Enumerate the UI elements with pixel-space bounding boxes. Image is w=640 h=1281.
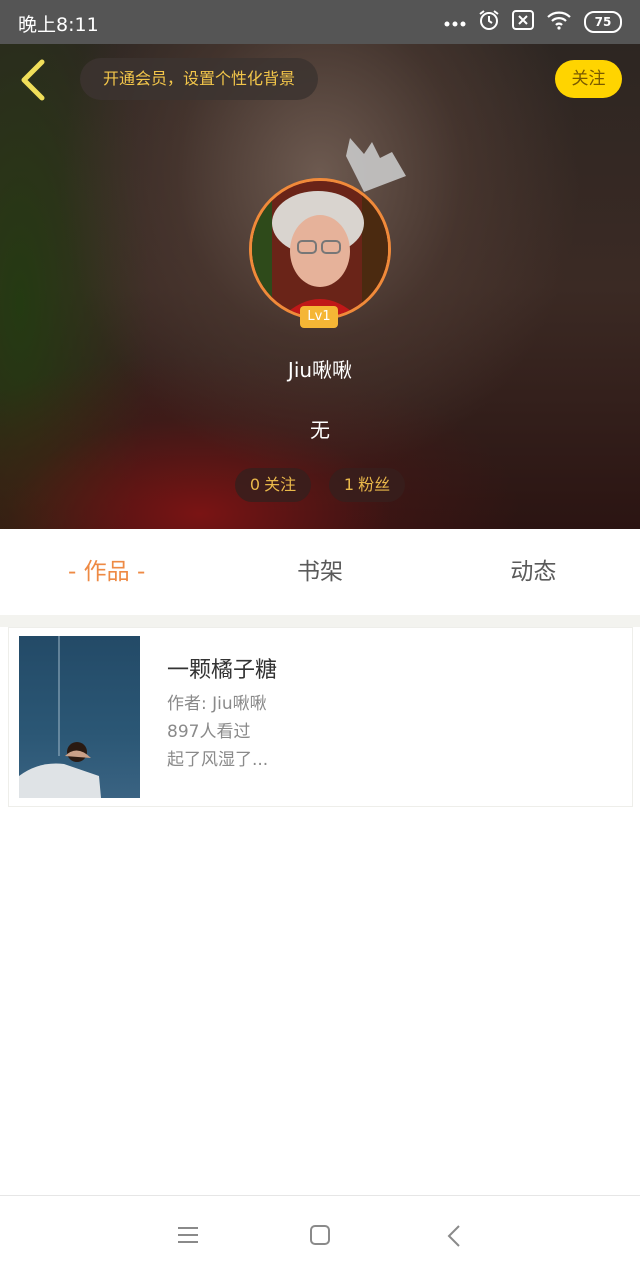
- work-list-item[interactable]: 一颗橘子糖 作者: Jiu啾啾 897人看过 起了风湿了...: [8, 627, 633, 807]
- tab-bookshelf[interactable]: 书架: [213, 529, 426, 615]
- wifi-icon: [546, 10, 572, 34]
- back-button[interactable]: [14, 58, 54, 102]
- back-chevron-icon[interactable]: [446, 1224, 462, 1248]
- battery-icon: 75: [584, 11, 622, 33]
- sim-off-icon: [512, 10, 534, 34]
- avatar[interactable]: [249, 178, 391, 320]
- following-label: 关注: [264, 475, 297, 494]
- profile-header: 开通会员，设置个性化背景 关注 Lv1 Jiu啾啾 无 0 关注 1 粉丝: [0, 44, 640, 529]
- tab-works[interactable]: - 作品 -: [0, 529, 213, 615]
- book-description: 起了风湿了...: [167, 750, 269, 770]
- home-square-icon[interactable]: [309, 1224, 331, 1246]
- follow-button[interactable]: 关注: [555, 60, 622, 98]
- vip-banner[interactable]: 开通会员，设置个性化背景: [80, 58, 318, 100]
- status-bar: 晚上8:11 75: [0, 0, 640, 44]
- book-title[interactable]: 一颗橘子糖: [167, 652, 277, 684]
- status-icons: 75: [444, 9, 622, 35]
- book-cover-image: [19, 636, 140, 798]
- section-divider: [0, 615, 640, 627]
- fans-label: 粉丝: [358, 475, 391, 494]
- book-author: 作者: Jiu啾啾: [167, 694, 267, 714]
- book-views: 897人看过: [167, 722, 251, 742]
- status-time: 晚上8:11: [18, 14, 99, 36]
- avatar-image: [252, 181, 388, 317]
- bio: 无: [310, 418, 330, 442]
- more-dots-icon: [444, 13, 466, 32]
- level-badge: Lv1: [300, 306, 338, 328]
- back-arrow-icon: [21, 59, 45, 101]
- profile-tabs: - 作品 - 书架 动态: [0, 529, 640, 615]
- alarm-icon: [478, 9, 500, 35]
- following-count-button[interactable]: 0 关注: [235, 468, 311, 502]
- menu-icon[interactable]: [177, 1224, 199, 1246]
- fans-count: 1: [343, 475, 355, 494]
- username: Jiu啾啾: [287, 358, 353, 382]
- tab-activity[interactable]: 动态: [427, 529, 640, 615]
- fans-count-button[interactable]: 1 粉丝: [329, 468, 405, 502]
- system-navbar: [0, 1195, 640, 1281]
- following-count: 0: [249, 475, 261, 494]
